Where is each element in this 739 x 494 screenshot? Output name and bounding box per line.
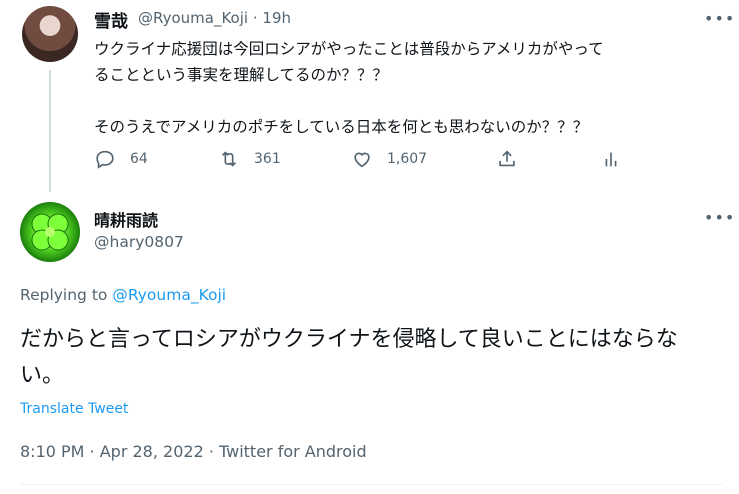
reply-count: 64 bbox=[130, 151, 148, 167]
like-button[interactable]: 1,607 bbox=[351, 148, 427, 170]
clover-image bbox=[31, 213, 69, 251]
parent-handle[interactable]: @Ryouma_Koji bbox=[138, 9, 248, 27]
analytics-icon bbox=[605, 152, 617, 167]
reply-avatar[interactable] bbox=[20, 202, 80, 262]
translate-tweet-link[interactable]: Translate Tweet bbox=[20, 401, 128, 417]
share-icon bbox=[499, 150, 515, 167]
analytics-button[interactable] bbox=[600, 148, 636, 170]
parent-more-icon[interactable]: ••• bbox=[704, 9, 735, 28]
divider bbox=[20, 484, 723, 485]
parent-meta: @Ryouma_Koji · 19h bbox=[138, 9, 291, 27]
reply-more-icon[interactable]: ••• bbox=[704, 208, 735, 227]
reply-button[interactable]: 64 bbox=[94, 148, 148, 170]
reply-timestamp[interactable]: 8:10 PM · Apr 28, 2022 · Twitter for And… bbox=[20, 442, 367, 461]
replying-handle-link[interactable]: @Ryouma_Koji bbox=[112, 286, 226, 304]
thread-line bbox=[49, 70, 51, 192]
retweet-button[interactable]: 361 bbox=[218, 148, 281, 170]
parent-time[interactable]: 19h bbox=[262, 9, 291, 27]
like-icon bbox=[354, 152, 370, 168]
tweet-line: ウクライナ応援団は今回ロシアがやったことは普段からアメリカがやって bbox=[94, 40, 604, 58]
parent-avatar[interactable] bbox=[22, 6, 78, 62]
reply-display-name[interactable]: 晴耕雨読 bbox=[94, 207, 158, 231]
replying-to: Replying to @Ryouma_Koji bbox=[20, 286, 226, 304]
parent-tweet-text: ウクライナ応援団は今回ロシアがやったことは普段からアメリカがやって ることという… bbox=[94, 36, 714, 140]
reply-tweet-text: だからと言ってロシアがウクライナを侵略して良いことにはならない。 bbox=[20, 327, 678, 388]
parent-action-bar: 64 361 1,607 bbox=[94, 148, 654, 172]
reply-handle[interactable]: @hary0807 bbox=[94, 233, 184, 251]
share-button[interactable] bbox=[496, 148, 532, 170]
like-count: 1,607 bbox=[387, 151, 428, 167]
tweet-line: そのうえでアメリカのポチをしている日本を何とも思わないのか？？？ bbox=[94, 118, 589, 136]
reply-icon bbox=[96, 150, 114, 169]
replying-prefix: Replying to bbox=[20, 286, 108, 304]
retweet-count: 361 bbox=[254, 151, 281, 167]
meta-separator: · bbox=[252, 9, 258, 27]
parent-display-name[interactable]: 雪哉 bbox=[94, 7, 128, 32]
tweet-line: ることという事実を理解してるのか？？？ bbox=[94, 66, 389, 84]
retweet-icon bbox=[221, 151, 237, 167]
